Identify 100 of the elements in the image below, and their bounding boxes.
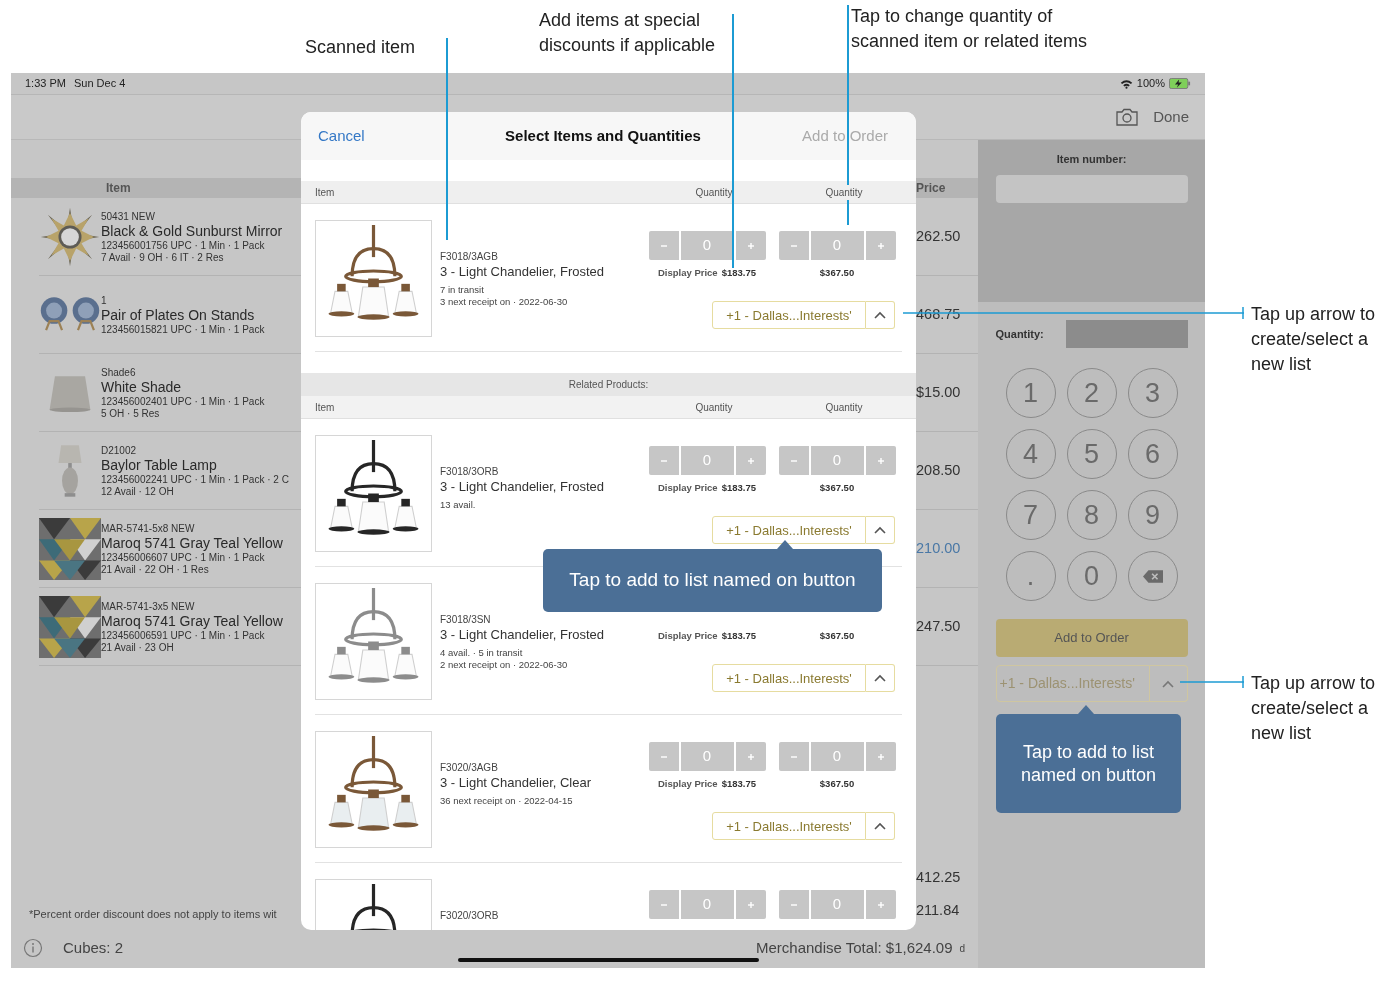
item-price: 247.50 (916, 616, 961, 636)
total-suffix: d (959, 941, 966, 956)
subtotal: 412.25 (916, 867, 961, 887)
item-sku: F3018/3AGB (440, 251, 499, 263)
increment-button[interactable] (735, 446, 766, 475)
list-menu-button[interactable] (866, 516, 895, 545)
item-sku: F3018/3ORB (440, 466, 500, 478)
increment-button[interactable] (735, 231, 766, 260)
item-name: 3 - Light Chandelier, Frosted (440, 478, 606, 495)
list-button[interactable]: +1 - Dallas...Interests' (712, 812, 866, 841)
item-details: 123456001756 UPC · 1 Min · 1 Pack (101, 239, 266, 252)
tooltip: Tap to add to list named on button (996, 705, 1181, 813)
caret-icon (873, 821, 887, 832)
status-time: 1:33 PM (25, 76, 66, 92)
field-label: Quantity: (995, 326, 1044, 342)
list-button[interactable]: +1 - Dallas...Interests' (712, 664, 866, 693)
item-price: 208.50 (916, 460, 961, 480)
column-header: Item (314, 185, 336, 200)
item-price: 210.00 (916, 538, 961, 558)
plus-icon (875, 240, 886, 251)
item-name: 3 - Light Chandelier, Clear (440, 774, 593, 791)
item-name: Black & Gold Sunburst Mirror (101, 222, 284, 240)
quantity-field[interactable]: 0 (680, 231, 734, 260)
column-header: Quantity (694, 400, 734, 415)
item-details: 123456015821 UPC · 1 Min · 1 Pack (101, 323, 266, 336)
plus-icon (745, 751, 756, 762)
list-button[interactable]: +1 - Dallas...Interests' (712, 516, 866, 545)
caret-icon (873, 525, 887, 536)
column-header: Price (916, 180, 946, 197)
item-price: $15.00 (916, 382, 961, 402)
decrement-button[interactable] (778, 890, 809, 919)
field-label: Item number: (1056, 152, 1127, 167)
quantity-field[interactable]: 0 (810, 231, 864, 260)
tooltip-pointer-icon (1078, 705, 1094, 714)
quantity-field[interactable]: 0 (810, 890, 864, 919)
list-menu-button[interactable] (866, 301, 895, 330)
quantity-field[interactable]: 0 (680, 742, 734, 771)
dialog-title: Select Items and Quantities (505, 125, 701, 146)
decrement-button[interactable] (648, 231, 679, 260)
item-note: 4 avail. · 5 in transit (440, 647, 524, 659)
item-name: Maroq 5741 Gray Teal Yellow (101, 534, 284, 552)
plus-icon (875, 455, 886, 466)
list-menu-button[interactable] (866, 812, 895, 841)
decrement-button[interactable] (648, 446, 679, 475)
discount-note: *Percent order discount does not apply to items wit (29, 906, 277, 922)
list-menu-button[interactable] (866, 664, 895, 693)
merchandise-total: Merchandise Total: $1,624.09 (756, 937, 953, 958)
quantity-field[interactable]: 0 (810, 446, 864, 475)
cancel-button[interactable]: Cancel (318, 124, 365, 148)
increment-button[interactable] (735, 742, 766, 771)
item-note: 3 next receipt on · 2022-06-30 (440, 296, 569, 308)
item-name: White Shade (101, 378, 183, 396)
increment-button[interactable] (735, 890, 766, 919)
increment-button[interactable] (865, 890, 896, 919)
leader-line (1180, 676, 1244, 688)
item-details: 7 Avail · 9 OH · 6 IT · 2 Res (101, 251, 225, 264)
increment-button[interactable] (865, 231, 896, 260)
add-to-order-button[interactable]: Add to Order (995, 619, 1188, 657)
caret-icon (1161, 678, 1175, 689)
decrement-button[interactable] (648, 890, 679, 919)
status-date: Sun Dec 4 (73, 76, 126, 92)
plus-icon (875, 899, 886, 910)
increment-button[interactable] (865, 742, 896, 771)
quantity-field[interactable]: 0 (680, 446, 734, 475)
plus-icon (745, 240, 756, 251)
quantity-field[interactable] (1065, 320, 1188, 348)
item-sku: MAR-5741-5x8 NEW (101, 521, 196, 535)
item-note: 7 in transit (440, 284, 485, 296)
price: $367.50 (819, 629, 855, 643)
annotation-text: Tap up arrow to create/select a new list (1251, 303, 1376, 376)
price-label: Display Price (658, 266, 718, 280)
caret-icon (873, 310, 887, 321)
annotation-text: Scanned item (305, 36, 416, 59)
list-button[interactable]: +1 - Dallas...Interests' (712, 301, 866, 330)
increment-button[interactable] (865, 446, 896, 475)
item-number-field[interactable] (995, 174, 1188, 203)
info-icon[interactable] (23, 938, 43, 958)
battery-percent: 100% (1136, 76, 1165, 92)
item-details: 21 Avail · 23 OH (101, 641, 175, 654)
item-sku: F3020/3AGB (440, 762, 499, 774)
done-button[interactable]: Done (1153, 105, 1189, 129)
list-menu-button[interactable] (1149, 665, 1188, 702)
item-sku: F3018/3SN (440, 614, 492, 626)
decrement-button[interactable] (778, 231, 809, 260)
price-label: Display Price (658, 777, 718, 791)
quantity-field[interactable]: 0 (680, 890, 734, 919)
item-sku: 50431 NEW (101, 209, 156, 223)
annotation-text: Tap up arrow to create/select a new list (1251, 672, 1376, 745)
decrement-button[interactable] (778, 742, 809, 771)
item-details: 12 Avail · 12 OH (101, 485, 175, 498)
backspace-icon (1142, 569, 1163, 583)
item-details: 123456006607 UPC · 1 Min · 1 Pack (101, 551, 266, 564)
annotation-text: Add items at special discounts if applicable (539, 9, 716, 57)
list-button[interactable]: +1 - Dallas...Interests' (995, 665, 1150, 702)
home-indicator[interactable] (458, 958, 759, 962)
quantity-field[interactable]: 0 (810, 742, 864, 771)
price: $367.50 (819, 266, 855, 280)
decrement-button[interactable] (648, 742, 679, 771)
decrement-button[interactable] (778, 446, 809, 475)
camera-icon[interactable] (1115, 108, 1140, 126)
